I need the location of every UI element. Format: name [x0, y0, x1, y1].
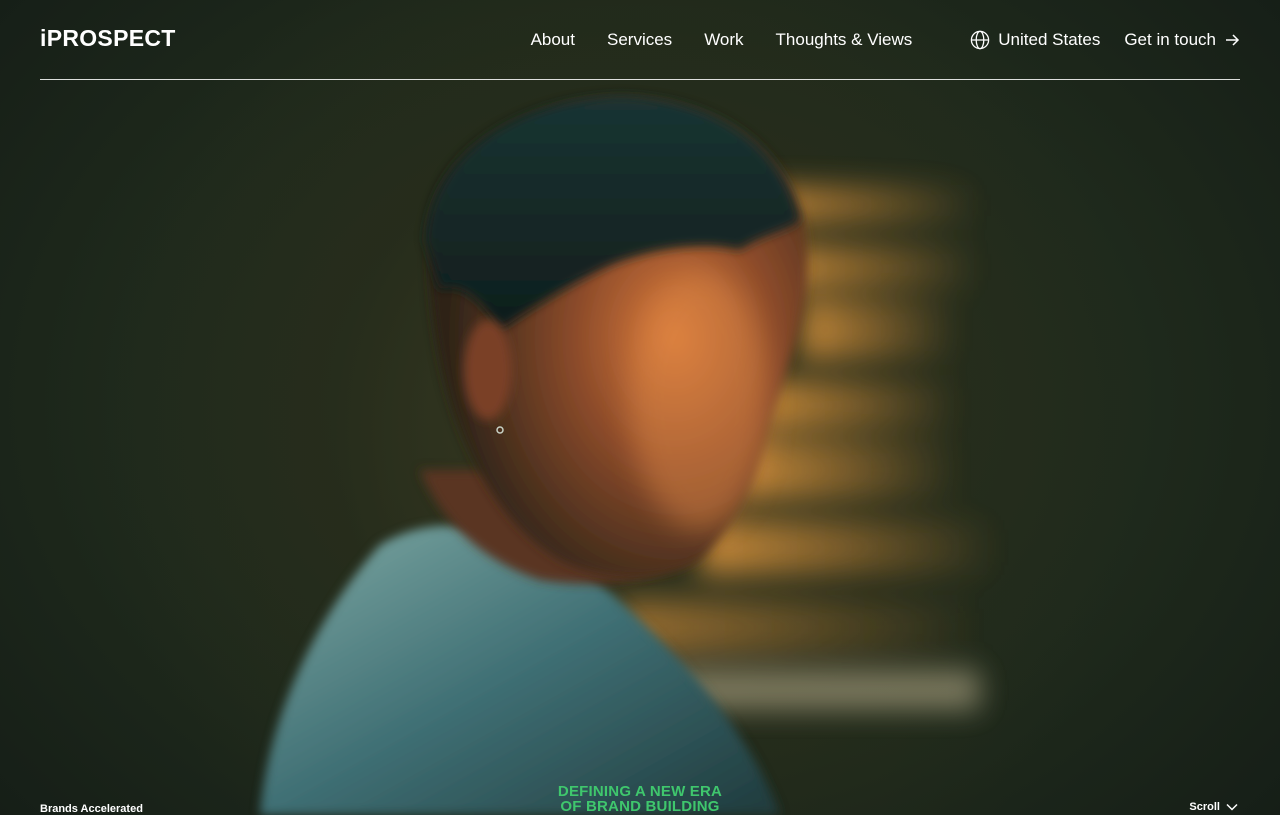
get-in-touch-label: Get in touch [1124, 29, 1216, 49]
site-header: iPROSPECT About Services Work Thoughts &… [40, 0, 1240, 80]
hero-headline-line-1: DEFINING A NEW ERA [557, 783, 723, 800]
scroll-label: Scroll [1189, 801, 1220, 813]
hero-headline: DEFINING A NEW ERA OF BRAND BUILDING [0, 784, 1280, 814]
scroll-indicator[interactable]: Scroll [1189, 801, 1238, 813]
get-in-touch-link[interactable]: Get in touch [1124, 30, 1240, 50]
arrow-right-icon [1226, 33, 1240, 46]
hero-headline-line-2: OF BRAND BUILDING [560, 798, 720, 815]
region-label: United States [998, 29, 1101, 49]
hero-section: iPROSPECT About Services Work Thoughts &… [0, 0, 1280, 815]
nav-item-work[interactable]: Work [704, 31, 743, 48]
region-selector[interactable]: United States [970, 30, 1100, 50]
nav-item-thoughts-views[interactable]: Thoughts & Views [776, 31, 913, 48]
nav-item-about[interactable]: About [531, 31, 575, 48]
hero-portrait-image [260, 96, 1000, 815]
brand-logo[interactable]: iPROSPECT [40, 27, 176, 50]
globe-icon [971, 30, 990, 49]
chevron-down-icon [1226, 803, 1238, 811]
nav-item-services[interactable]: Services [607, 31, 672, 48]
main-nav: About Services Work Thoughts & Views [531, 31, 913, 48]
